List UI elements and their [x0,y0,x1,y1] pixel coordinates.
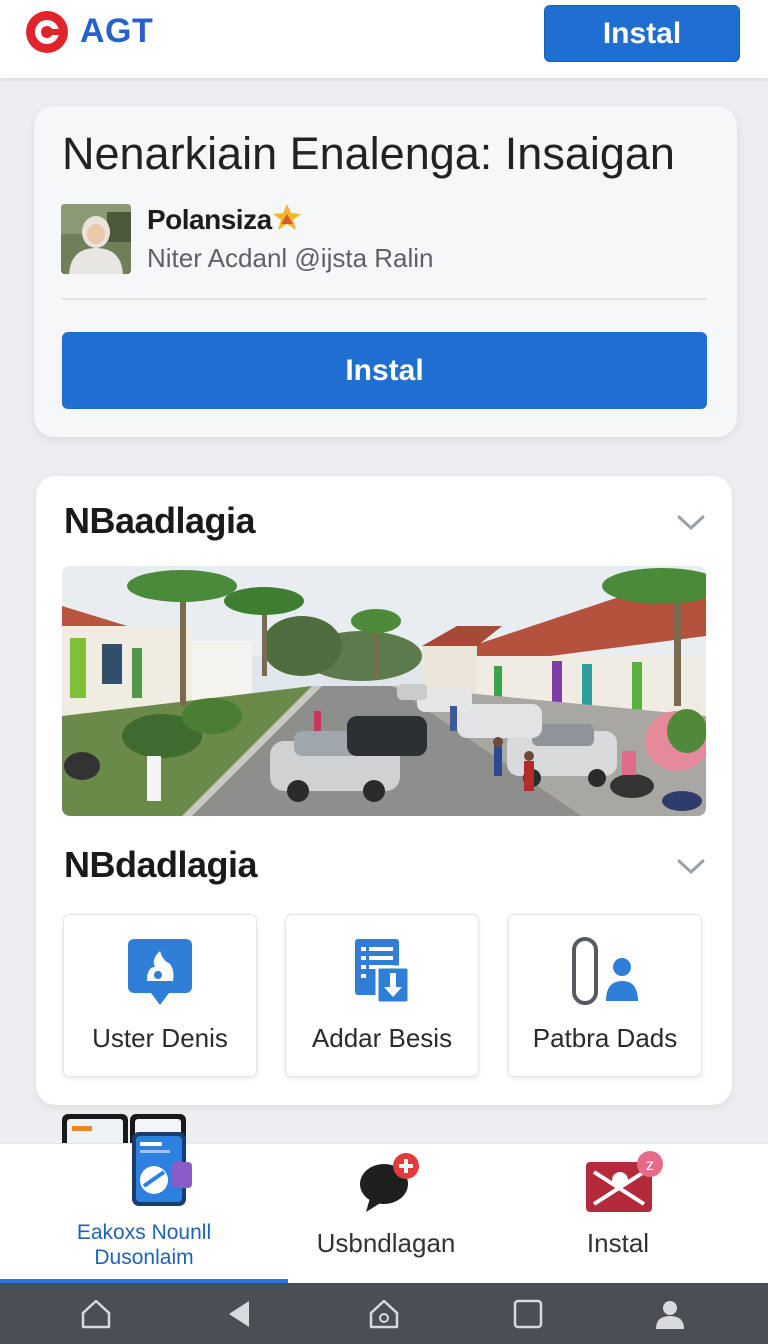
home-icon[interactable] [367,1297,401,1331]
brand-name: AGT [80,12,154,50]
author-name[interactable]: Polansiza [147,204,272,236]
profile-icon[interactable] [653,1297,687,1331]
star-badge-icon [273,204,301,230]
author-avatar [61,204,131,274]
nav-item-2[interactable]: Usbndlagan [288,1144,484,1284]
feature-tile-3[interactable]: Patbra Dads [508,914,702,1077]
app-title: Nenarkiain Enalenga: Insaigan [62,128,675,179]
nav-label-line1: Eakoxs Nounll [76,1221,212,1244]
tile-label: Patbra Dads [532,1023,678,1053]
chat-plus-icon [360,1153,419,1212]
nav-label-line2: Dusonlaim [94,1246,194,1269]
divider [62,298,707,300]
chevron-down-icon[interactable] [676,513,706,533]
recents-icon[interactable] [511,1297,545,1331]
app-listing-card: Nenarkiain Enalenga: Insaigan Polansiza … [34,106,737,437]
nav-item-active[interactable]: Eakoxs Nounll Dusonlaim [0,1132,288,1284]
app-logo-icon [26,11,68,53]
home-outline-icon[interactable] [79,1297,113,1331]
section-title-1: NBaadlagia [64,500,256,541]
user-pill-icon [572,937,638,1005]
feature-tile-1[interactable]: Uster Denis [63,914,257,1077]
feature-tile-2[interactable]: Addar Besis [285,914,479,1077]
details-card: NBaadlagia NBdadlagia Uster Denis Addar … [36,476,732,1105]
nav-label: Usbndlagan [316,1228,456,1258]
svg-text:z: z [646,1157,654,1174]
top-install-button[interactable]: Instal [544,5,740,62]
street-photo [62,566,706,816]
system-nav-bar [0,1283,768,1344]
author-handle: Niter Acdanl @ijsta Ralin [147,243,434,273]
tile-label: Uster Denis [92,1023,228,1053]
nav-label: Instal [586,1228,650,1258]
section-title-2: NBdadlagia [64,844,258,885]
top-app-bar: AGT Instal [0,0,768,78]
install-button[interactable]: Instal [62,332,707,409]
nav-item-3[interactable]: z Instal [520,1144,716,1284]
document-download-icon [355,939,411,1005]
back-icon[interactable] [223,1297,257,1331]
bottom-nav: Eakoxs Nounll Dusonlaim Usbndlagan z Ins… [0,1132,768,1284]
chevron-down-icon[interactable] [676,857,706,877]
tile-label: Addar Besis [311,1023,453,1053]
chat-bubble-icon [128,939,192,1005]
install-badge-icon: z [586,1151,663,1212]
phone-app-icon [132,1132,192,1206]
